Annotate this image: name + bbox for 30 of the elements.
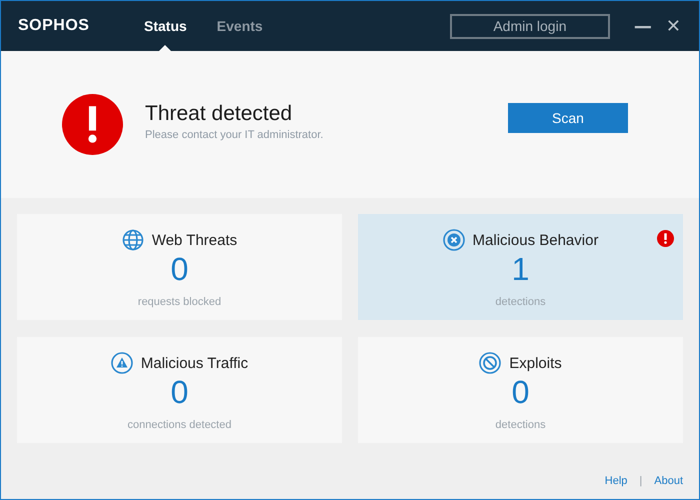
logo: SOPHOS bbox=[18, 17, 90, 35]
card-title: Malicious Traffic bbox=[140, 354, 248, 372]
card-caption: connections detected bbox=[128, 419, 232, 431]
card-title: Exploits bbox=[509, 354, 562, 372]
card-caption: detections bbox=[495, 296, 546, 308]
status-title: Threat detected bbox=[145, 102, 294, 126]
help-link[interactable]: Help bbox=[604, 475, 628, 487]
alert-icon bbox=[657, 230, 674, 247]
blocked-icon bbox=[479, 352, 502, 374]
tab[interactable]: Status bbox=[144, 1, 187, 51]
globe-icon bbox=[122, 229, 144, 251]
card-count: 0 bbox=[512, 375, 530, 409]
scan-button[interactable]: Scan bbox=[508, 102, 628, 132]
separator: | bbox=[639, 475, 642, 487]
cancel-circle-icon bbox=[442, 229, 465, 251]
minimize-button[interactable]: — bbox=[630, 16, 656, 36]
status-message: Please contact your IT administrator. bbox=[145, 129, 324, 141]
card-caption: detections bbox=[495, 419, 546, 431]
card-count: 0 bbox=[170, 252, 188, 286]
admin-login-button[interactable]: Admin login bbox=[450, 14, 610, 38]
warning-icon bbox=[110, 352, 133, 374]
about-link[interactable]: About bbox=[654, 475, 683, 487]
card-count: 0 bbox=[170, 375, 188, 409]
close-button[interactable]: ✕ bbox=[662, 16, 685, 36]
tab[interactable]: Events bbox=[216, 1, 263, 51]
card-title: Malicious Behavior bbox=[472, 232, 598, 248]
card-count: 1 bbox=[512, 252, 530, 286]
card-caption: requests blocked bbox=[138, 296, 222, 308]
card-title: Web Threats bbox=[152, 232, 238, 248]
alert-icon bbox=[62, 94, 123, 155]
